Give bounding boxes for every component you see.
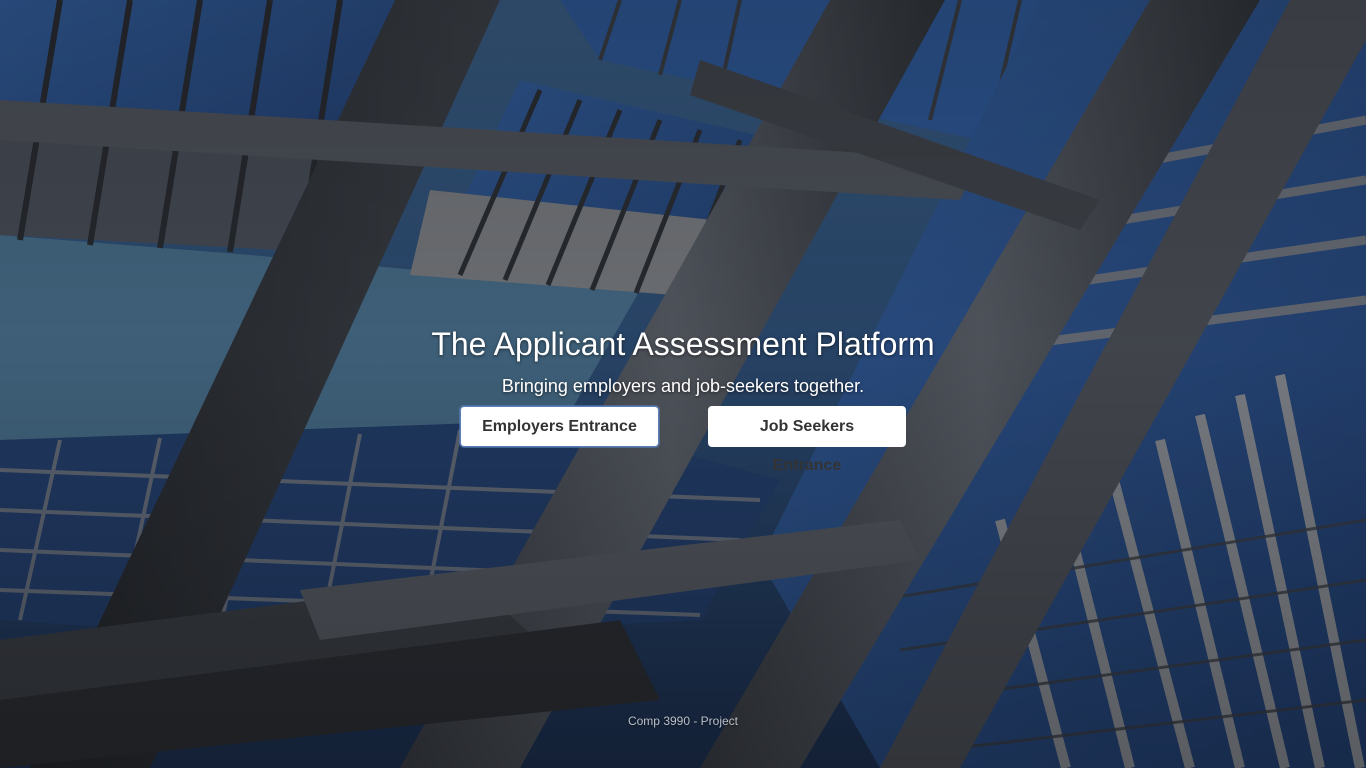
job-seekers-entrance-button[interactable]: Job Seekers Entrance	[708, 406, 906, 474]
entrance-button-group: Employers Entrance Job Seekers Entrance	[0, 406, 1366, 474]
employers-entrance-button[interactable]: Employers Entrance	[460, 406, 659, 447]
footer-text: Comp 3990 - Project	[627, 714, 739, 728]
hero-section: The Applicant Assessment Platform Bringi…	[0, 322, 1366, 474]
page-subtitle: Bringing employers and job-seekers toget…	[501, 376, 865, 396]
page-title: The Applicant Assessment Platform	[431, 326, 935, 362]
landing-page: The Applicant Assessment Platform Bringi…	[0, 0, 1366, 768]
